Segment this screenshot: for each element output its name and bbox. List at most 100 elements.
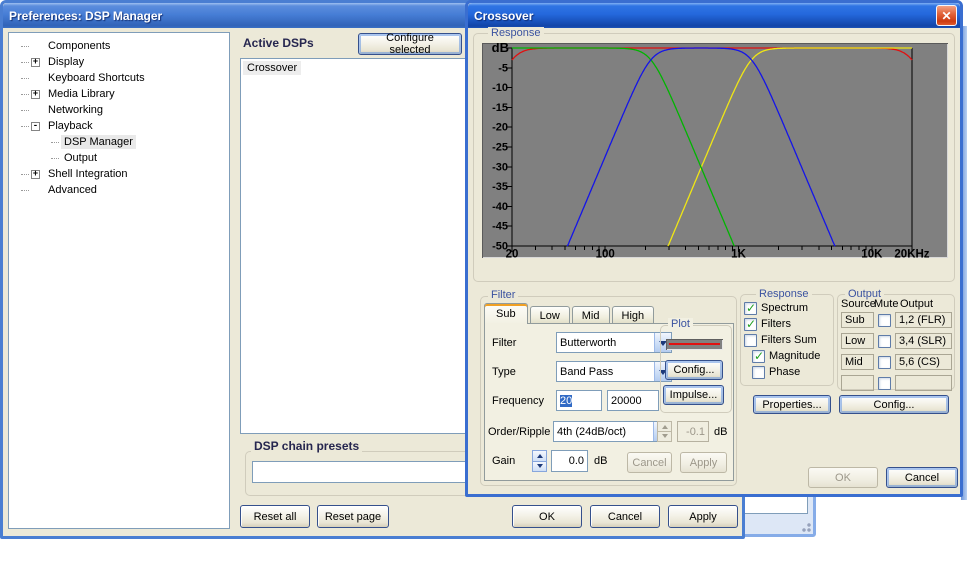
filter-group-caption: Filter <box>488 289 518 301</box>
preset-combobox-value <box>253 462 467 482</box>
checkbox[interactable] <box>744 318 757 331</box>
gain-field[interactable]: 0.0 <box>551 450 588 472</box>
reset-all-button[interactable]: Reset all <box>240 505 310 528</box>
output-config-button[interactable]: Config... <box>839 395 949 414</box>
mute-checkbox[interactable] <box>878 335 891 348</box>
tree-item-label: Keyboard Shortcuts <box>45 71 148 85</box>
svg-text:-35: -35 <box>492 181 508 193</box>
order-ripple-label: Order/Ripple <box>488 426 550 438</box>
preferences-apply-button[interactable]: Apply <box>668 505 738 528</box>
active-dsps-header: Active DSPs <box>243 36 314 50</box>
checkbox[interactable] <box>752 350 765 363</box>
checkbox-label: Magnitude <box>769 350 820 362</box>
tree-item[interactable]: - Playback <box>9 118 229 134</box>
tree-connector <box>51 142 59 143</box>
dsp-list-item[interactable]: Crossover <box>243 61 301 75</box>
band-tab-label: Mid <box>582 310 600 322</box>
preferences-cancel-button[interactable]: Cancel <box>590 505 660 528</box>
checkbox[interactable] <box>752 366 765 379</box>
filter-family-combobox[interactable]: Butterworth <box>556 332 672 353</box>
output-source-box: Low <box>841 333 874 349</box>
band-tab[interactable]: High <box>612 306 655 324</box>
crossover-cancel-button[interactable]: Cancel <box>886 467 958 488</box>
crossover-titlebar[interactable]: Crossover ✕ <box>468 3 960 28</box>
checkbox[interactable] <box>744 302 757 315</box>
output-row <box>841 375 953 391</box>
pass-type-combobox[interactable]: Band Pass <box>556 361 672 382</box>
filter-apply-button[interactable]: Apply <box>680 452 727 473</box>
tree-item[interactable]: + Shell Integration <box>9 166 229 182</box>
response-option[interactable]: Magnitude <box>744 348 832 364</box>
tree-item[interactable]: Keyboard Shortcuts <box>9 70 229 86</box>
output-row: Mid 5,6 (CS) <box>841 354 953 370</box>
checkbox-label: Spectrum <box>761 302 808 314</box>
ripple-stepper[interactable] <box>657 421 672 442</box>
frequency-high-field[interactable]: 20000 <box>607 390 659 411</box>
pass-type-value: Band Pass <box>557 362 654 381</box>
tree-item[interactable]: Advanced <box>9 182 229 198</box>
band-tab[interactable]: Sub <box>484 303 528 324</box>
band-tab[interactable]: Mid <box>572 306 610 324</box>
band-tabs[interactable]: Sub Low Mid High <box>484 303 656 324</box>
tree-item-label: Playback <box>45 119 96 133</box>
filter-cancel-button[interactable]: Cancel <box>627 452 672 473</box>
preferences-nav-tree[interactable]: Components + Display Keyboard Shortcuts … <box>8 32 230 529</box>
ripple-field[interactable]: -0.1 <box>677 421 709 442</box>
tree-expander-icon[interactable]: + <box>31 90 40 99</box>
order-combobox[interactable]: 4th (24dB/oct) <box>553 421 671 442</box>
gain-stepper[interactable] <box>532 450 547 472</box>
tree-expander-icon[interactable]: + <box>31 170 40 179</box>
checkbox-label: Phase <box>769 366 800 378</box>
mute-checkbox[interactable] <box>878 377 891 390</box>
plot-config-button[interactable]: Config... <box>665 360 723 380</box>
mute-checkbox[interactable] <box>878 356 891 369</box>
configure-selected-button[interactable]: Configure selected <box>358 33 462 55</box>
stepper-up-icon[interactable] <box>657 421 672 432</box>
stepper-down-icon[interactable] <box>657 432 672 442</box>
svg-text:1K: 1K <box>731 249 746 259</box>
response-option[interactable]: Spectrum <box>744 300 832 316</box>
tree-item[interactable]: DSP Manager <box>9 134 229 150</box>
stepper-down-icon[interactable] <box>532 462 547 473</box>
band-tab[interactable]: Low <box>530 306 570 324</box>
preferences-ok-button[interactable]: OK <box>512 505 582 528</box>
tree-expander-icon[interactable]: + <box>31 58 40 67</box>
tree-item[interactable]: Output <box>9 150 229 166</box>
close-icon[interactable]: ✕ <box>936 5 957 26</box>
svg-text:-40: -40 <box>492 201 508 213</box>
tree-connector <box>21 46 29 47</box>
checkbox[interactable] <box>744 334 757 347</box>
svg-text:20: 20 <box>506 249 519 259</box>
filter-type-label: Filter <box>492 337 516 349</box>
tree-expander-icon[interactable]: - <box>31 122 40 131</box>
reset-page-button[interactable]: Reset page <box>317 505 389 528</box>
mute-checkbox[interactable] <box>878 314 891 327</box>
preset-combobox[interactable] <box>252 461 485 483</box>
band-tab-label: High <box>622 310 645 322</box>
output-col-source: Source <box>841 298 876 310</box>
output-row: Low 3,4 (SLR) <box>841 333 953 349</box>
tree-item[interactable]: Components <box>9 38 229 54</box>
response-option[interactable]: Filters Sum <box>744 332 832 348</box>
resize-grip-icon[interactable] <box>799 520 811 532</box>
band-tab-label: Sub <box>496 308 516 320</box>
tree-connector <box>51 158 59 159</box>
properties-button[interactable]: Properties... <box>753 395 831 414</box>
impulse-button[interactable]: Impulse... <box>663 385 724 405</box>
response-option[interactable]: Filters <box>744 316 832 332</box>
output-col-output: Output <box>900 298 933 310</box>
chart-svg: dB-5-10-15-20-25-30-35-40-45-50201001K10… <box>482 43 948 258</box>
tree-item[interactable]: + Display <box>9 54 229 70</box>
tree-item[interactable]: Networking <box>9 102 229 118</box>
gain-unit-label: dB <box>594 455 607 467</box>
response-option[interactable]: Phase <box>744 364 832 380</box>
output-source-box <box>841 375 874 391</box>
stepper-up-icon[interactable] <box>532 450 547 462</box>
tree-item-label: Media Library <box>45 87 118 101</box>
tree-connector <box>21 78 29 79</box>
frequency-low-field[interactable]: 20 <box>556 390 602 411</box>
plot-color-swatch[interactable] <box>666 339 723 350</box>
tree-item[interactable]: + Media Library <box>9 86 229 102</box>
crossover-ok-button[interactable]: OK <box>808 467 878 488</box>
tree-item-label: Shell Integration <box>45 167 131 181</box>
